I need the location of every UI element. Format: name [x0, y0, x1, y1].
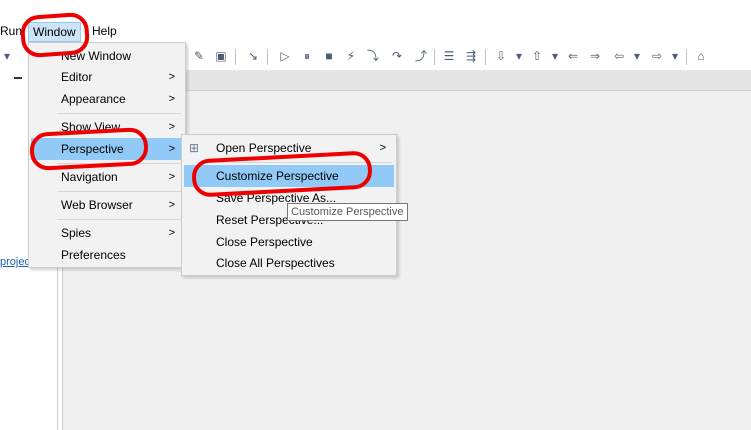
menu-item-web-browser[interactable]: Web Browser >	[31, 194, 183, 216]
menu-item-close-perspective[interactable]: Close Perspective	[184, 231, 394, 253]
menu-window[interactable]: Window	[28, 22, 81, 42]
open-perspective-icon: ⊞	[189, 141, 200, 155]
menu-item-close-all-perspectives[interactable]: Close All Perspectives	[184, 252, 394, 274]
menu-item-new-window[interactable]: New Window	[31, 45, 183, 67]
prev-annotation-icon[interactable]: ⇧	[530, 49, 544, 63]
menu-item-label: Editor	[61, 70, 93, 84]
menu-item-label: Close All Perspectives	[216, 256, 335, 270]
menu-separator	[210, 162, 392, 163]
menu-bar: Run Window Help	[0, 22, 751, 42]
resume-icon[interactable]: ▷	[278, 49, 292, 63]
forward-edit-icon[interactable]: ⇒	[588, 49, 602, 63]
forward-icon[interactable]: ⇨	[650, 49, 664, 63]
menu-item-preferences[interactable]: Preferences	[31, 244, 183, 266]
menu-item-label: Preferences	[61, 248, 126, 262]
step-return-icon[interactable]: ⤴	[414, 49, 428, 63]
suspend-icon[interactable]: ⏸	[300, 49, 314, 63]
menu-item-editor[interactable]: Editor >	[31, 66, 183, 88]
skip-icon[interactable]: ↘	[246, 49, 260, 63]
menu-run[interactable]: Run	[0, 24, 22, 38]
menu-item-label: Open Perspective	[216, 141, 312, 155]
window-menu: New Window Editor > Appearance > Show Vi…	[28, 42, 186, 268]
menu-item-label: New Window	[61, 49, 132, 63]
submenu-arrow-icon: >	[168, 227, 175, 239]
list-icon[interactable]: ☰	[442, 49, 456, 63]
back-icon[interactable]: ⇦	[612, 49, 626, 63]
step-over-icon[interactable]: ↷	[390, 49, 404, 63]
menu-item-label: Close Perspective	[216, 235, 313, 249]
step-into-icon[interactable]: ⤵	[366, 49, 380, 63]
menu-item-label: Customize Perspective	[216, 169, 339, 183]
debug-icon[interactable]: ✎	[192, 49, 206, 63]
menu-item-label: Navigation	[61, 170, 118, 184]
menu-item-label: Spies	[61, 226, 92, 240]
pin-editor-icon[interactable]: ⌂	[694, 49, 708, 63]
menu-item-perspective[interactable]: Perspective >	[31, 138, 183, 160]
console-icon[interactable]: ▣	[214, 49, 228, 63]
submenu-arrow-icon: >	[379, 142, 386, 154]
disconnect-icon[interactable]: ⚡	[344, 49, 358, 63]
submenu-arrow-icon: >	[168, 171, 175, 183]
last-edit-icon[interactable]: ⇐	[566, 49, 580, 63]
submenu-arrow-icon: >	[168, 71, 175, 83]
menu-item-customize-perspective[interactable]: Customize Perspective	[184, 165, 394, 187]
submenu-arrow-icon: >	[168, 121, 175, 133]
project-link[interactable]: projec	[0, 256, 30, 268]
menu-item-label: Web Browser	[61, 198, 133, 212]
menu-item-open-perspective[interactable]: ⊞ Open Perspective >	[184, 137, 394, 159]
menu-separator	[57, 219, 181, 220]
menu-item-spies[interactable]: Spies >	[31, 222, 183, 244]
tooltip: Customize Perspective	[287, 203, 408, 221]
menu-help[interactable]: Help	[92, 24, 117, 38]
chevron-down-icon[interactable]: ▾	[548, 49, 562, 63]
toolbar-separator	[485, 49, 486, 65]
submenu-arrow-icon: >	[168, 143, 175, 155]
next-annotation-icon[interactable]: ⇩	[494, 49, 508, 63]
menu-separator	[57, 191, 181, 192]
toolbar-separator	[686, 49, 687, 65]
terminate-icon[interactable]: ■	[322, 49, 336, 63]
chevron-down-icon[interactable]: ▾	[630, 49, 644, 63]
menu-item-label: Perspective	[61, 142, 124, 156]
toolbar-separator	[267, 49, 268, 65]
minimize-icon[interactable]	[14, 77, 22, 79]
toolbar-separator	[235, 49, 236, 65]
menu-item-label: Appearance	[61, 92, 126, 106]
menu-item-appearance[interactable]: Appearance >	[31, 88, 183, 110]
chevron-down-icon[interactable]: ▾	[668, 49, 682, 63]
menu-separator	[57, 163, 181, 164]
menu-item-label: Show View	[61, 120, 121, 134]
menu-separator	[57, 113, 181, 114]
submenu-arrow-icon: >	[168, 93, 175, 105]
menu-item-navigation[interactable]: Navigation >	[31, 166, 183, 188]
menu-item-show-view[interactable]: Show View >	[31, 116, 183, 138]
dropdown-icon[interactable]: ▾	[0, 49, 14, 63]
toolbar-separator	[434, 49, 435, 65]
annotation-icon[interactable]: ⇶	[464, 49, 478, 63]
submenu-arrow-icon: >	[168, 199, 175, 211]
chevron-down-icon[interactable]: ▾	[512, 49, 526, 63]
